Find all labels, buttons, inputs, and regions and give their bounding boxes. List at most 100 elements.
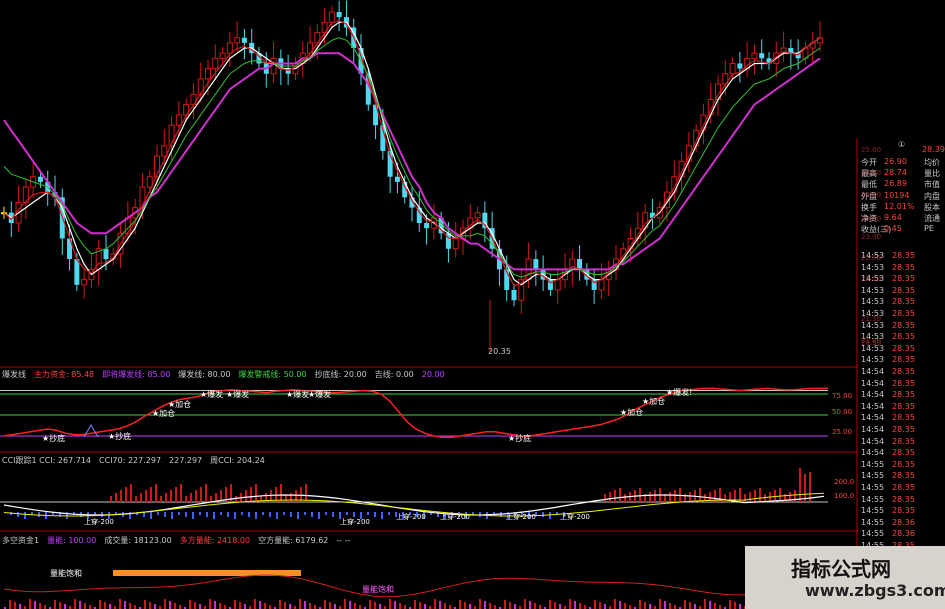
volume-bar <box>84 603 86 609</box>
cci-bar <box>130 484 132 502</box>
volume-bar <box>604 604 606 609</box>
tick-p: 28.35 <box>892 378 915 388</box>
volume-bar <box>404 605 406 609</box>
volume-bar <box>169 601 171 609</box>
cross-label: 上穿-200 <box>84 517 114 526</box>
volume-bar <box>644 602 646 609</box>
volume-bar <box>264 603 266 609</box>
candle-body <box>336 12 342 18</box>
indicator-2-legend: CCI跟踪1 CCI: 267.714 CCI70: 227.297 227.297… <box>2 455 273 466</box>
watermark-url: www.zbgs3.com <box>805 581 945 600</box>
volume-bar <box>59 602 61 609</box>
cci-bar-low <box>332 512 334 517</box>
quote-x: 股本 <box>924 202 940 212</box>
cci-bar <box>779 488 781 502</box>
ind2-ytick: 100.0 <box>834 492 854 500</box>
quote-l: 换手 <box>861 202 877 212</box>
volume-bar <box>424 604 426 609</box>
cci-bar <box>794 490 796 502</box>
volume-bar <box>664 601 666 609</box>
cci-bar <box>699 488 701 502</box>
legend-item: 空方量能: 6179.62 <box>258 536 329 545</box>
chart-area: 20.35 ★抄底 ★抄底★加仓★加仓★爆发 ★爆发 ★爆发★爆发★抄底★加仓★加仓★… <box>0 0 858 609</box>
candle-body <box>598 279 605 291</box>
volume-bar <box>704 599 706 609</box>
tick-p: 28.35 <box>892 274 915 284</box>
tick-p: 28.35 <box>892 483 915 492</box>
volume-bar <box>304 601 306 609</box>
cci-bar-low <box>178 512 180 515</box>
candle-body <box>74 259 80 285</box>
volume-bar <box>559 604 561 609</box>
volume-bar <box>689 602 691 609</box>
cci-bar <box>245 490 247 502</box>
tick-p: 28.35 <box>892 471 915 481</box>
volume-bar <box>39 603 41 609</box>
cci-bar-low <box>542 512 544 517</box>
candle-body <box>219 52 226 59</box>
quote-v: 0.45 <box>884 224 902 234</box>
volume-bar <box>399 603 401 609</box>
volume-bar <box>714 603 716 609</box>
tick-row: 14:55 28.35 <box>858 460 945 472</box>
cci-bar <box>175 487 177 502</box>
cci-bar-low <box>150 512 152 519</box>
cci-bar <box>120 490 122 502</box>
legend-item: CCI跟踪1 CCI: 267.714 <box>2 456 92 465</box>
cci-bar <box>654 490 656 502</box>
volume-bar <box>174 603 176 609</box>
quote-row: 今开 26.90 均价 <box>858 157 945 169</box>
price-ytick: 23.00 <box>861 233 882 241</box>
tick-t: 14:55 <box>861 517 885 527</box>
volume-bar <box>684 600 686 609</box>
volume-bar <box>514 604 516 609</box>
tick-p: 28.35 <box>892 459 915 469</box>
volume-bar <box>504 600 506 609</box>
cci-bar-low <box>388 512 390 515</box>
volume-bar <box>709 601 711 609</box>
candle-body <box>270 57 277 75</box>
cci-bar-low <box>157 512 159 515</box>
ind1-ytick: 25.00 <box>832 428 852 436</box>
signal-label: ★爆发! <box>666 387 692 397</box>
legend-item: 成交量: 18123.00 <box>104 536 172 545</box>
capital-line <box>3 387 828 439</box>
ma-white-line <box>3 21 821 286</box>
volume-bar <box>74 599 76 609</box>
quote-x: 均价 <box>924 158 940 167</box>
volume-bar <box>394 601 396 609</box>
candle-body <box>554 279 561 291</box>
volume-bar <box>529 601 531 609</box>
volume-bar <box>539 605 541 609</box>
volume-bar <box>219 603 221 609</box>
cci-bar-low <box>185 512 187 517</box>
tick-t: 14:54 <box>861 401 885 411</box>
cci-bar <box>624 494 626 502</box>
volume-bar <box>269 605 271 609</box>
candle-body <box>212 57 219 70</box>
cci-bar-low <box>269 512 271 517</box>
tick-t: 14:54 <box>861 413 885 423</box>
legend-item: 周CCI: 204.24 <box>210 456 265 465</box>
cci-bar-low <box>248 512 250 517</box>
volume-bar <box>669 603 671 609</box>
quote-x: PE <box>924 224 934 234</box>
cci-bar <box>609 492 611 502</box>
legend-item: 吉线: 0.00 <box>374 370 414 379</box>
tick-row: 14:55 28.36 <box>858 518 945 530</box>
volume-bar <box>469 604 471 609</box>
volume-bar <box>239 602 241 609</box>
quote-sidebar: ① 28.39 今开 26.90 均价 最高 28.74 量比 最低 26.89 市值 外盘 101… <box>858 138 945 609</box>
cci-bar <box>205 484 207 502</box>
candle-body <box>533 259 539 270</box>
tick-p: 28.35 <box>892 332 915 342</box>
candle-body <box>511 289 517 301</box>
cci-bar-low <box>346 512 348 515</box>
cci-bar-low <box>164 512 166 517</box>
volume-bar <box>324 600 326 609</box>
volume-bar <box>694 604 696 609</box>
cci-bar <box>200 487 202 502</box>
candle-body <box>161 145 168 157</box>
tick-p: 28.35 <box>892 297 915 307</box>
cci-bar <box>115 493 117 502</box>
